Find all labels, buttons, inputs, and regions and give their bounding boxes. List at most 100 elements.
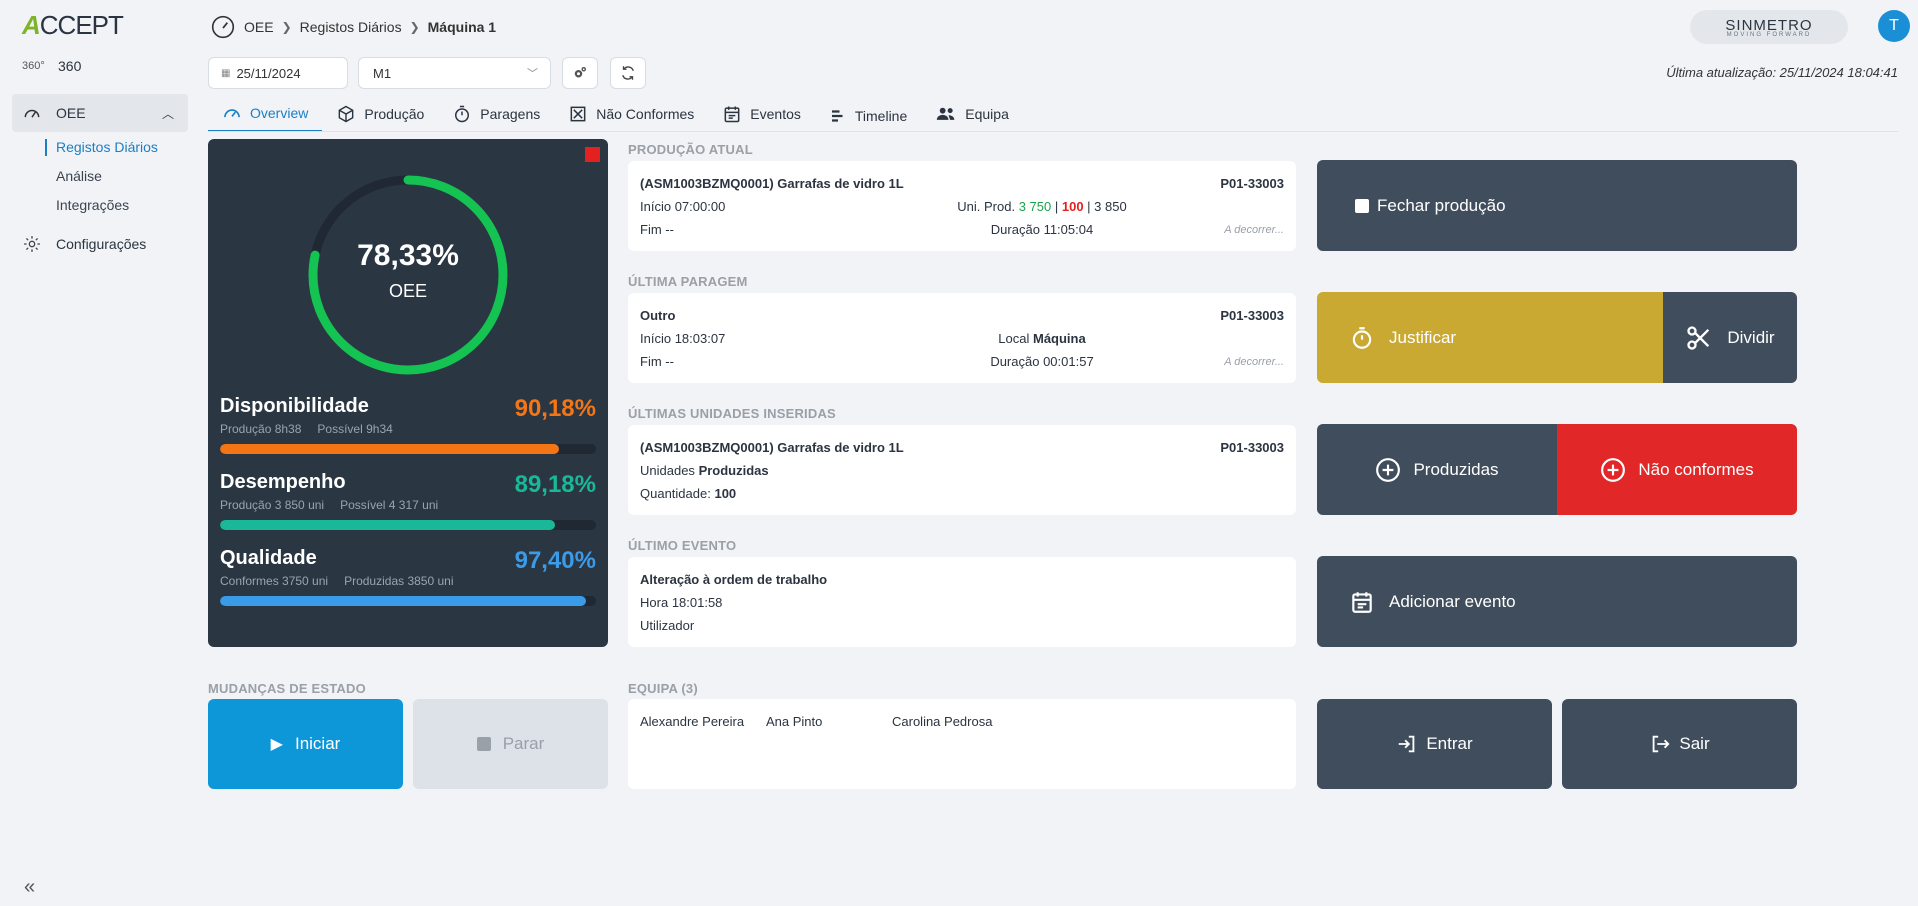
- gauge-icon: [24, 109, 40, 118]
- metric-disponibilidade: Disponibilidade 90,18% Produção 8h38 Poss…: [220, 395, 596, 454]
- gauge-icon: [211, 15, 235, 39]
- equipa-card: Alexandre Pereira Ana Pinto Carolina Ped…: [628, 699, 1296, 789]
- metric-pct: 89,18%: [514, 471, 596, 498]
- oee-ring: [308, 175, 508, 375]
- parar-button[interactable]: Parar: [413, 699, 608, 789]
- chevron-right-icon: ❯: [281, 20, 292, 34]
- metric-bar-fill: [220, 596, 587, 606]
- calendar-icon: [1352, 591, 1372, 613]
- team-member: Alexandre Pereira: [640, 714, 745, 729]
- status-indicator: [585, 147, 600, 162]
- logout-icon: [1653, 735, 1670, 753]
- sidebar-subitem-registos[interactable]: Registos Diários: [46, 139, 158, 155]
- sidebar: ACCEPT 360° 360 OEE ︿ Registos Diários A…: [0, 0, 195, 906]
- avatar[interactable]: T: [1878, 10, 1910, 42]
- scissors-icon: [1687, 325, 1710, 350]
- section-title: MUDANÇAS DE ESTADO: [208, 681, 366, 696]
- fechar-producao-button[interactable]: Fechar produção: [1317, 160, 1797, 251]
- section-title: PRODUÇÃO ATUAL: [628, 142, 753, 157]
- ultimo-evento-card: Alteração à ordem de trabalho Hora 18:01…: [628, 557, 1296, 647]
- calendar-icon: ▦: [221, 67, 231, 79]
- gears-icon: [574, 67, 586, 78]
- nao-conformes-button[interactable]: Não conformes: [1557, 424, 1797, 515]
- tab-eventos[interactable]: Eventos: [708, 96, 815, 132]
- tab-nao-conformes[interactable]: Não Conformes: [554, 96, 708, 132]
- plus-circle-icon: [1601, 457, 1626, 482]
- metric-pct: 97,40%: [514, 547, 596, 574]
- iniciar-button[interactable]: ▶ Iniciar: [208, 699, 403, 789]
- timeline-icon: [831, 110, 843, 122]
- metric-bar: [220, 596, 596, 606]
- brand-logo: SINMETRO MOVING FORWARD: [1690, 10, 1848, 44]
- breadcrumb: OEE ❯ Registos Diários ❯ Máquina 1: [210, 14, 496, 40]
- oee-label: OEE: [388, 281, 427, 301]
- calendar-icon: [724, 106, 740, 123]
- refresh-button[interactable]: [610, 57, 646, 89]
- metric-bar-fill: [220, 444, 560, 454]
- 360-icon: 360°: [22, 60, 45, 72]
- ultima-paragem-card: Outro P01-33003 Início 18:03:07 Local Máq…: [628, 293, 1296, 383]
- ultimas-unidades-card: (ASM1003BZMQ0001) Garrafas de vidro 1L P0…: [628, 425, 1296, 515]
- breadcrumb-maquina: Máquina 1: [427, 19, 497, 35]
- metric-pct: 90,18%: [514, 395, 596, 422]
- sidebar-item-configuracoes[interactable]: Configurações: [22, 234, 146, 254]
- tab-paragens[interactable]: Paragens: [438, 96, 554, 132]
- team-member: Ana Pinto: [766, 714, 823, 729]
- sidebar-item-label: OEE: [56, 105, 86, 121]
- people-icon: [937, 107, 955, 120]
- collapse-sidebar-icon[interactable]: «: [24, 876, 35, 899]
- metric-bar-fill: [220, 520, 556, 530]
- gauge-icon: [224, 109, 240, 118]
- dividir-button[interactable]: Dividir: [1663, 292, 1797, 383]
- section-title: ÚLTIMO EVENTO: [628, 538, 737, 553]
- adicionar-evento-button[interactable]: Adicionar evento: [1317, 556, 1797, 647]
- box-icon: [338, 105, 354, 123]
- sidebar-item-label: 360: [58, 58, 82, 74]
- sidebar-item-label: Configurações: [56, 236, 147, 252]
- machine-select[interactable]: M1 ﹀: [358, 57, 551, 89]
- section-title: ÚLTIMA PARAGEM: [628, 274, 748, 289]
- metric-bar: [220, 520, 596, 530]
- plus-circle-icon: [1376, 457, 1401, 482]
- sidebar-item-oee[interactable]: OEE ︿: [12, 94, 188, 132]
- breadcrumb-registos[interactable]: Registos Diários: [300, 19, 402, 35]
- tab-bar: Overview Produção Paragens Não Conformes…: [208, 96, 1023, 132]
- tab-overview[interactable]: Overview: [208, 96, 323, 132]
- tab-equipa[interactable]: Equipa: [921, 96, 1023, 132]
- producao-atual-card: (ASM1003BZMQ0001) Garrafas de vidro 1L P0…: [628, 161, 1296, 251]
- section-title: EQUIPA (3): [628, 681, 698, 696]
- team-member: Carolina Pedrosa: [892, 714, 993, 729]
- metric-bar: [220, 444, 596, 454]
- x-square-icon: [570, 106, 586, 122]
- justificar-button[interactable]: Justificar: [1317, 292, 1663, 383]
- last-update-text: Última atualização: 25/11/2024 18:04:41: [1666, 65, 1898, 80]
- metric-desempenho: Desempenho 89,18% Produção 3 850 uni Poss…: [220, 471, 596, 530]
- gear-icon: [24, 236, 40, 252]
- tab-timeline[interactable]: Timeline: [815, 96, 921, 132]
- login-icon: [1399, 735, 1415, 753]
- oee-value: 78,33%: [357, 239, 459, 272]
- tab-divider: [208, 131, 1898, 132]
- chevron-up-icon: ︿: [161, 107, 174, 121]
- chevron-right-icon: ❯: [409, 20, 420, 34]
- sidebar-subitem-analise[interactable]: Análise: [56, 168, 102, 184]
- stopwatch-icon: [455, 105, 470, 123]
- entrar-button[interactable]: Entrar: [1317, 699, 1552, 789]
- chevron-down-icon: ﹀: [527, 68, 538, 80]
- app-logo[interactable]: ACCEPT: [22, 10, 124, 41]
- checkbox[interactable]: [1355, 198, 1369, 213]
- section-title: ÚLTIMAS UNIDADES INSERIDAS: [628, 406, 836, 421]
- oee-card: 78,33% OEE Disponibilidade 90,18% Produç…: [208, 139, 608, 647]
- metric-qualidade: Qualidade 97,40% Conformes 3750 uni Produ…: [220, 547, 596, 606]
- sidebar-subitem-integracoes[interactable]: Integrações: [56, 197, 129, 213]
- breadcrumb-oee[interactable]: OEE: [244, 19, 274, 35]
- produzidas-button[interactable]: Produzidas: [1317, 424, 1557, 515]
- date-picker[interactable]: ▦ 25/11/2024: [208, 57, 348, 89]
- settings-button[interactable]: [562, 57, 598, 89]
- sync-icon: [622, 66, 634, 80]
- play-icon: ▶: [270, 736, 283, 753]
- stop-icon: [476, 737, 491, 751]
- sidebar-item-360[interactable]: 360° 360: [22, 58, 81, 74]
- tab-producao[interactable]: Produção: [322, 96, 438, 132]
- sair-button[interactable]: Sair: [1562, 699, 1797, 789]
